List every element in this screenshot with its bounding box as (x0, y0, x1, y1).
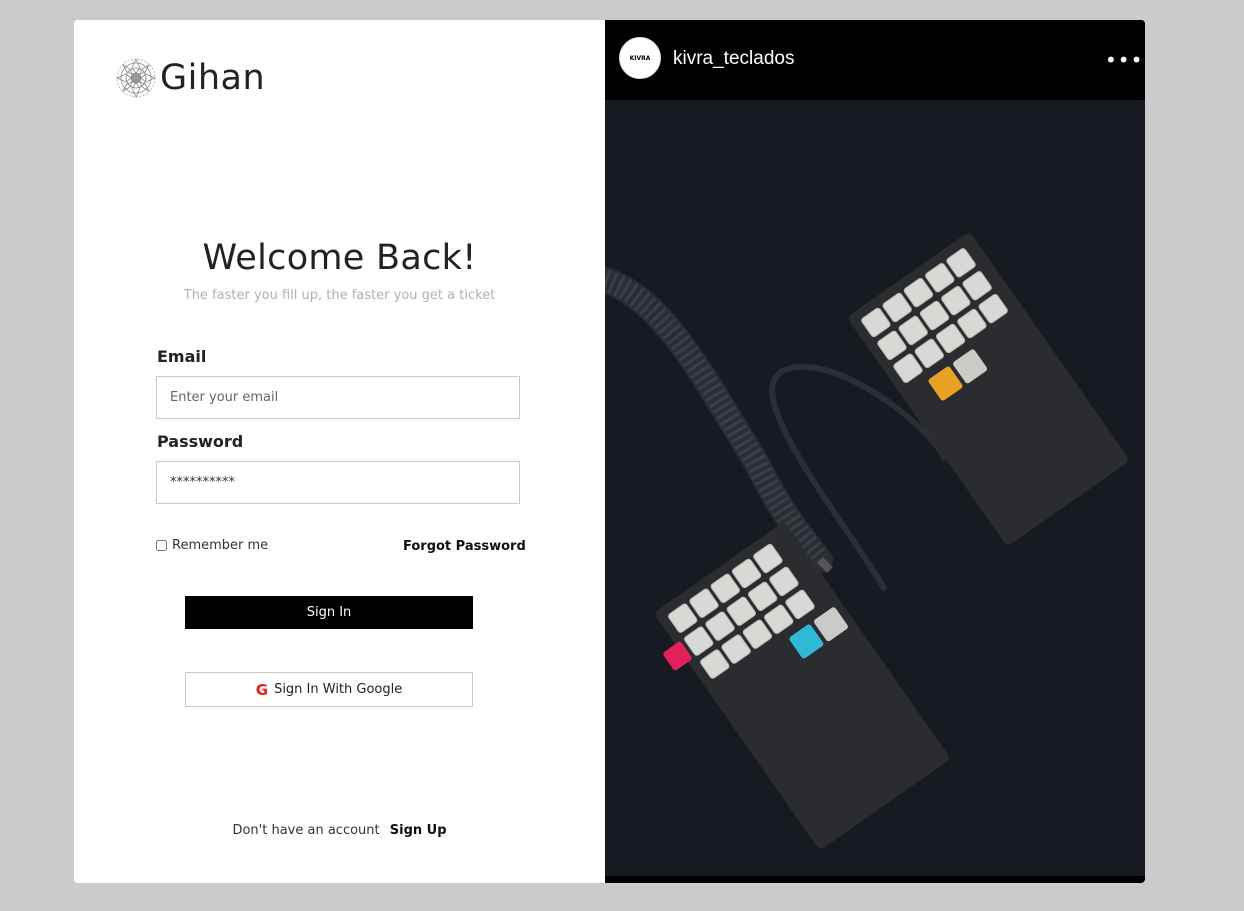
page-subtitle: The faster you fill up, the faster you g… (183, 288, 496, 303)
signup-row: Don't have an account Sign Up (74, 823, 605, 838)
signup-prompt: Don't have an account (232, 823, 380, 838)
instagram-post: KIVRA kivra_teclados ••• (605, 20, 1145, 883)
password-field[interactable] (156, 461, 520, 504)
page-title: Welcome Back! (202, 238, 477, 278)
google-sign-in-label: Sign In With Google (274, 682, 403, 697)
remember-me-checkbox[interactable] (156, 540, 167, 551)
google-icon: G (255, 680, 269, 699)
email-label: Email (157, 347, 207, 366)
keyboard-photo (605, 100, 1145, 879)
post-header: KIVRA kivra_teclados ••• (605, 20, 1145, 100)
login-panel: Gihan Welcome Back! The faster you fill … (74, 20, 605, 883)
sign-in-button[interactable]: Sign In (185, 596, 473, 629)
avatar-text: KIVRA (629, 54, 651, 62)
google-sign-in-button[interactable]: G Sign In With Google (185, 672, 473, 707)
password-label: Password (157, 432, 244, 451)
brand-name: Gihan (160, 58, 266, 98)
post-username[interactable]: kivra_teclados (673, 48, 794, 70)
more-options-icon[interactable]: ••• (1105, 48, 1143, 72)
email-field[interactable] (156, 376, 520, 419)
brand[interactable]: Gihan (115, 57, 265, 99)
forgot-password-link[interactable]: Forgot Password (403, 539, 526, 554)
login-card: Gihan Welcome Back! The faster you fill … (74, 20, 1145, 883)
sign-up-link[interactable]: Sign Up (390, 823, 447, 838)
remember-me[interactable]: Remember me (156, 538, 268, 553)
avatar[interactable]: KIVRA (619, 37, 661, 79)
remember-me-label: Remember me (172, 538, 269, 553)
mandala-logo-icon (116, 58, 156, 98)
